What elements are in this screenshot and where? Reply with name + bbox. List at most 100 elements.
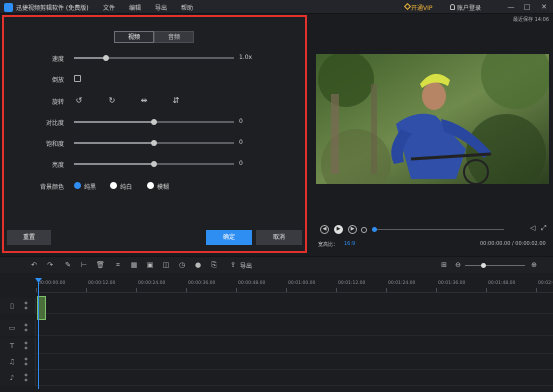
track-visibility-icon[interactable]: ◉ ◉: [22, 340, 30, 350]
track-text[interactable]: T ◉ ◉: [0, 338, 553, 354]
brightness-slider[interactable]: [74, 161, 234, 167]
track-header: ♪ ◉ ◉: [0, 370, 36, 386]
stop-icon[interactable]: [361, 227, 367, 233]
reverse-checkbox[interactable]: [74, 75, 81, 82]
app-title: 迅捷视频剪辑软件 (免费版): [16, 5, 89, 12]
filter-icon[interactable]: ▣: [146, 261, 154, 269]
player-controls: ◀ ▶ ▶ ◁ ⤢ 宽高比： 16:9 00:00:00.00 / 00:00:…: [312, 222, 553, 252]
saturation-slider[interactable]: [74, 140, 234, 146]
contrast-slider-knob[interactable]: [151, 119, 157, 125]
speed-slider-knob[interactable]: [103, 55, 109, 61]
ruler-tick: [136, 288, 137, 292]
radio-blur[interactable]: [147, 182, 154, 189]
text-track-icon: T: [9, 342, 15, 350]
login-link[interactable]: 账户登录: [457, 3, 481, 12]
track-music[interactable]: ♫ ◉ ◉: [0, 354, 553, 370]
brightness-slider-knob[interactable]: [151, 161, 157, 167]
tab-video[interactable]: 视频: [114, 31, 154, 43]
track-visibility-icon[interactable]: ◉ ◉: [22, 300, 30, 310]
cancel-button[interactable]: 取消: [256, 230, 302, 245]
fullscreen-icon[interactable]: ⤢: [541, 224, 549, 232]
ruler-tick-label: 00:01:12.00: [338, 281, 366, 286]
track-voice[interactable]: ♪ ◉ ◉: [0, 370, 553, 386]
ruler-tick: [386, 288, 387, 292]
fit-timeline-icon[interactable]: ⊞: [440, 261, 448, 269]
volume-icon[interactable]: ◁: [530, 224, 538, 232]
menu-edit[interactable]: 编辑: [129, 3, 141, 12]
radio-black[interactable]: [74, 182, 81, 189]
zoom-in-icon[interactable]: ⊕: [530, 261, 538, 269]
flip-horizontal-icon[interactable]: ⇹: [139, 96, 149, 106]
close-button[interactable]: ✕: [539, 2, 549, 12]
zoom-slider[interactable]: [465, 263, 525, 268]
saturation-slider-knob[interactable]: [151, 140, 157, 146]
reset-button[interactable]: 重置: [7, 230, 51, 245]
timeline-ruler[interactable]: 00:00:00.00 00:00:12.00 00:00:24.00 00:00:3…: [36, 279, 553, 293]
track-header: ▭ ◉ ◉: [0, 320, 36, 336]
track-visibility-icon[interactable]: ◉ ◉: [22, 322, 30, 332]
playhead[interactable]: [38, 279, 39, 389]
split-icon[interactable]: ⊢: [80, 261, 88, 269]
freeze-frame-icon[interactable]: ◫: [162, 261, 170, 269]
track-video[interactable]: ▯ ◉ ◉: [0, 298, 553, 314]
seek-knob[interactable]: [372, 227, 377, 232]
menu-help[interactable]: 帮助: [181, 3, 193, 12]
redo-icon[interactable]: ↷: [46, 261, 54, 269]
speed-slider[interactable]: [74, 55, 234, 61]
track-header: T ◉ ◉: [0, 338, 36, 354]
ok-button[interactable]: 确定: [206, 230, 252, 245]
minimize-button[interactable]: —: [506, 2, 516, 12]
track-visibility-icon[interactable]: ◉ ◉: [22, 372, 30, 382]
ruler-tick: [286, 288, 287, 292]
zoom-out-icon[interactable]: ⊖: [454, 261, 462, 269]
video-frame-image: [316, 54, 549, 184]
ruler-tick-label: 00:01:36.00: [438, 281, 466, 286]
export-icon[interactable]: ⇪: [229, 261, 237, 269]
menu-export[interactable]: 导出: [155, 3, 167, 12]
ruler-tick: [486, 288, 487, 292]
ruler-tick: [436, 288, 437, 292]
next-frame-icon[interactable]: ▶: [348, 225, 357, 234]
flip-vertical-icon[interactable]: ⇵: [171, 96, 181, 106]
edit-icon[interactable]: ✎: [64, 261, 72, 269]
speed-label: 速度: [51, 56, 64, 63]
rotate-left-icon[interactable]: ↺: [74, 96, 84, 106]
snapshot-icon[interactable]: ⎘: [210, 261, 218, 269]
tab-audio[interactable]: 音频: [154, 31, 194, 43]
zoom-slider-knob[interactable]: [480, 263, 486, 268]
record-icon[interactable]: ●: [194, 261, 202, 269]
crop-icon[interactable]: ⌗: [114, 261, 122, 269]
speed-icon[interactable]: ◷: [178, 261, 186, 269]
saturation-value: 0: [239, 139, 243, 146]
menu-file[interactable]: 文件: [103, 3, 115, 12]
radio-white[interactable]: [110, 182, 117, 189]
maximize-button[interactable]: □: [522, 2, 532, 12]
time-display: 00:00:00.00 / 00:00:02.00: [480, 241, 546, 247]
radio-black-label: 纯黑: [84, 184, 97, 191]
prev-frame-icon[interactable]: ◀: [320, 225, 329, 234]
contrast-slider[interactable]: [74, 119, 234, 125]
seek-bar[interactable]: [372, 227, 504, 232]
track-visibility-icon[interactable]: ◉ ◉: [22, 356, 30, 366]
ruler-tick: [36, 288, 37, 292]
delete-icon[interactable]: 🗑: [96, 261, 105, 269]
app-logo-icon: [4, 3, 13, 12]
ruler-tick-label: 00:01:24.00: [388, 281, 416, 286]
video-preview[interactable]: [316, 54, 549, 184]
ruler-tick: [336, 288, 337, 292]
rotate-right-icon[interactable]: ↻: [107, 96, 117, 106]
aspect-ratio-value[interactable]: 16:9: [344, 241, 355, 247]
user-icon: [450, 4, 455, 10]
ruler-tick-label: 00:00:36.00: [188, 281, 216, 286]
overlay-track-icon: ▭: [8, 324, 16, 332]
export-label[interactable]: 导出: [240, 261, 252, 270]
voice-track-icon: ♪: [9, 374, 15, 382]
mosaic-icon[interactable]: ▦: [130, 261, 138, 269]
play-icon[interactable]: ▶: [334, 225, 343, 234]
vip-link[interactable]: 开通VIP: [411, 3, 433, 12]
ruler-tick-label: 00:02:00.00: [538, 281, 553, 286]
track-overlay[interactable]: ▭ ◉ ◉: [0, 320, 553, 336]
ruler-tick-label: 00:00:12.00: [88, 281, 116, 286]
undo-icon[interactable]: ↶: [30, 261, 38, 269]
last-saved-text: 最近保存 14:06: [513, 17, 549, 23]
